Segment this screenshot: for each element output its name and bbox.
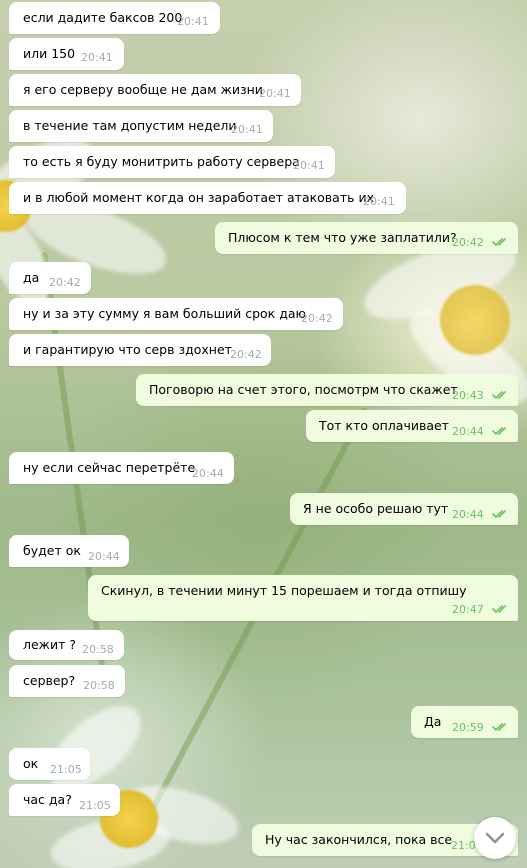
read-check-icon [492, 238, 506, 246]
message-text: Я не особо решаю тут [303, 501, 449, 516]
message-time: 20:41 [177, 15, 209, 28]
message-text: Скинул, в течении минут 15 порешаем и то… [101, 583, 467, 598]
message-bubble[interactable]: Скинул, в течении минут 15 порешаем и то… [88, 575, 518, 621]
message-bubble[interactable]: Тот кто оплачивает 20:44 [306, 410, 518, 442]
message-bubble[interactable]: или 150 20:41 [9, 38, 124, 70]
message-bubble[interactable]: будет ок 20:44 [9, 535, 129, 567]
read-check-icon [492, 510, 506, 518]
message-time: 20:44 [88, 550, 120, 563]
message-time: 20:44 [192, 467, 224, 480]
message-time: 20:44 [452, 425, 484, 438]
message-time: 20:59 [452, 721, 484, 734]
message-text: ну если сейчас перетрёте [23, 460, 196, 475]
message-text: лежит ? [23, 637, 76, 652]
message-bubble[interactable]: да 20:42 [9, 262, 91, 294]
message-bubble[interactable]: Плюсом к тем что уже заплатили? 20:42 [215, 222, 518, 254]
message-text: то есть я буду монитрить работу сервера [23, 154, 300, 169]
scroll-to-bottom-button[interactable] [474, 817, 516, 859]
message-text: да [23, 270, 40, 285]
message-text: если дадите баксов 200 [23, 10, 183, 25]
message-time: 20:41 [259, 87, 291, 100]
message-time: 20:43 [452, 389, 484, 402]
message-text: Плюсом к тем что уже заплатили? [228, 230, 457, 245]
message-time: 21:05 [50, 763, 82, 776]
message-bubble[interactable]: лежит ? 20:58 [9, 630, 124, 660]
message-text: или 150 [23, 46, 76, 61]
message-bubble[interactable]: и в любой момент когда он заработает ата… [9, 182, 406, 214]
message-list[interactable]: если дадите баксов 200 20:41 или 150 20:… [0, 0, 527, 868]
message-time: 20:44 [452, 508, 484, 521]
message-time: 20:42 [301, 312, 333, 325]
message-bubble[interactable]: час да? 21:05 [9, 784, 120, 816]
message-time: 20:42 [452, 236, 484, 249]
message-bubble[interactable]: если дадите баксов 200 20:41 [9, 2, 220, 34]
message-bubble[interactable]: ну если сейчас перетрёте 20:44 [9, 452, 234, 484]
message-bubble[interactable]: Да 20:59 [411, 706, 518, 738]
read-check-icon [492, 391, 506, 399]
message-time: 20:41 [81, 51, 113, 64]
message-time: 21:05 [79, 799, 111, 812]
message-text: и в любой момент когда он заработает ата… [23, 190, 374, 205]
chevron-down-icon [485, 832, 505, 844]
message-text: Да [424, 714, 442, 729]
message-text: час да? [23, 792, 72, 807]
message-bubble[interactable]: и гарантирую что серв здохнет 20:42 [9, 334, 271, 366]
message-text: сервер? [23, 673, 76, 688]
message-bubble[interactable]: в течение там допустим недели 20:41 [9, 110, 273, 142]
message-time: 20:47 [452, 603, 484, 616]
message-text: будет ок [23, 543, 81, 558]
message-bubble[interactable]: сервер? 20:58 [9, 665, 125, 697]
message-time: 20:42 [49, 276, 81, 289]
message-bubble[interactable]: Я не особо решаю тут 20:44 [290, 493, 518, 525]
read-check-icon [492, 723, 506, 731]
read-check-icon [492, 427, 506, 435]
message-text: Ну час закончился, пока все [265, 832, 453, 847]
read-check-icon [492, 605, 506, 613]
message-bubble[interactable]: я его серверу вообще не дам жизни 20:41 [9, 74, 301, 106]
message-time: 20:41 [363, 195, 395, 208]
message-bubble[interactable]: ну и за эту сумму я вам больший срок даю… [9, 298, 343, 330]
message-text: в течение там допустим недели [23, 118, 237, 133]
message-text: ок [23, 756, 39, 771]
message-bubble[interactable]: Поговорю на счет этого, посмотрм что ска… [136, 374, 518, 406]
message-time: 20:41 [231, 123, 263, 136]
message-text: и гарантирую что серв здохнет [23, 342, 232, 357]
message-bubble[interactable]: то есть я буду монитрить работу сервера … [9, 146, 335, 178]
message-time: 20:58 [82, 643, 114, 656]
message-time: 20:41 [293, 159, 325, 172]
message-bubble[interactable]: ок 21:05 [9, 748, 90, 780]
message-time: 20:58 [83, 679, 115, 692]
message-text: я его серверу вообще не дам жизни [23, 82, 263, 97]
message-text: ну и за эту сумму я вам больший срок даю [23, 306, 307, 321]
message-text: Тот кто оплачивает [319, 418, 449, 433]
message-text: Поговорю на счет этого, посмотрм что ска… [149, 382, 458, 397]
message-time: 20:42 [230, 348, 262, 361]
